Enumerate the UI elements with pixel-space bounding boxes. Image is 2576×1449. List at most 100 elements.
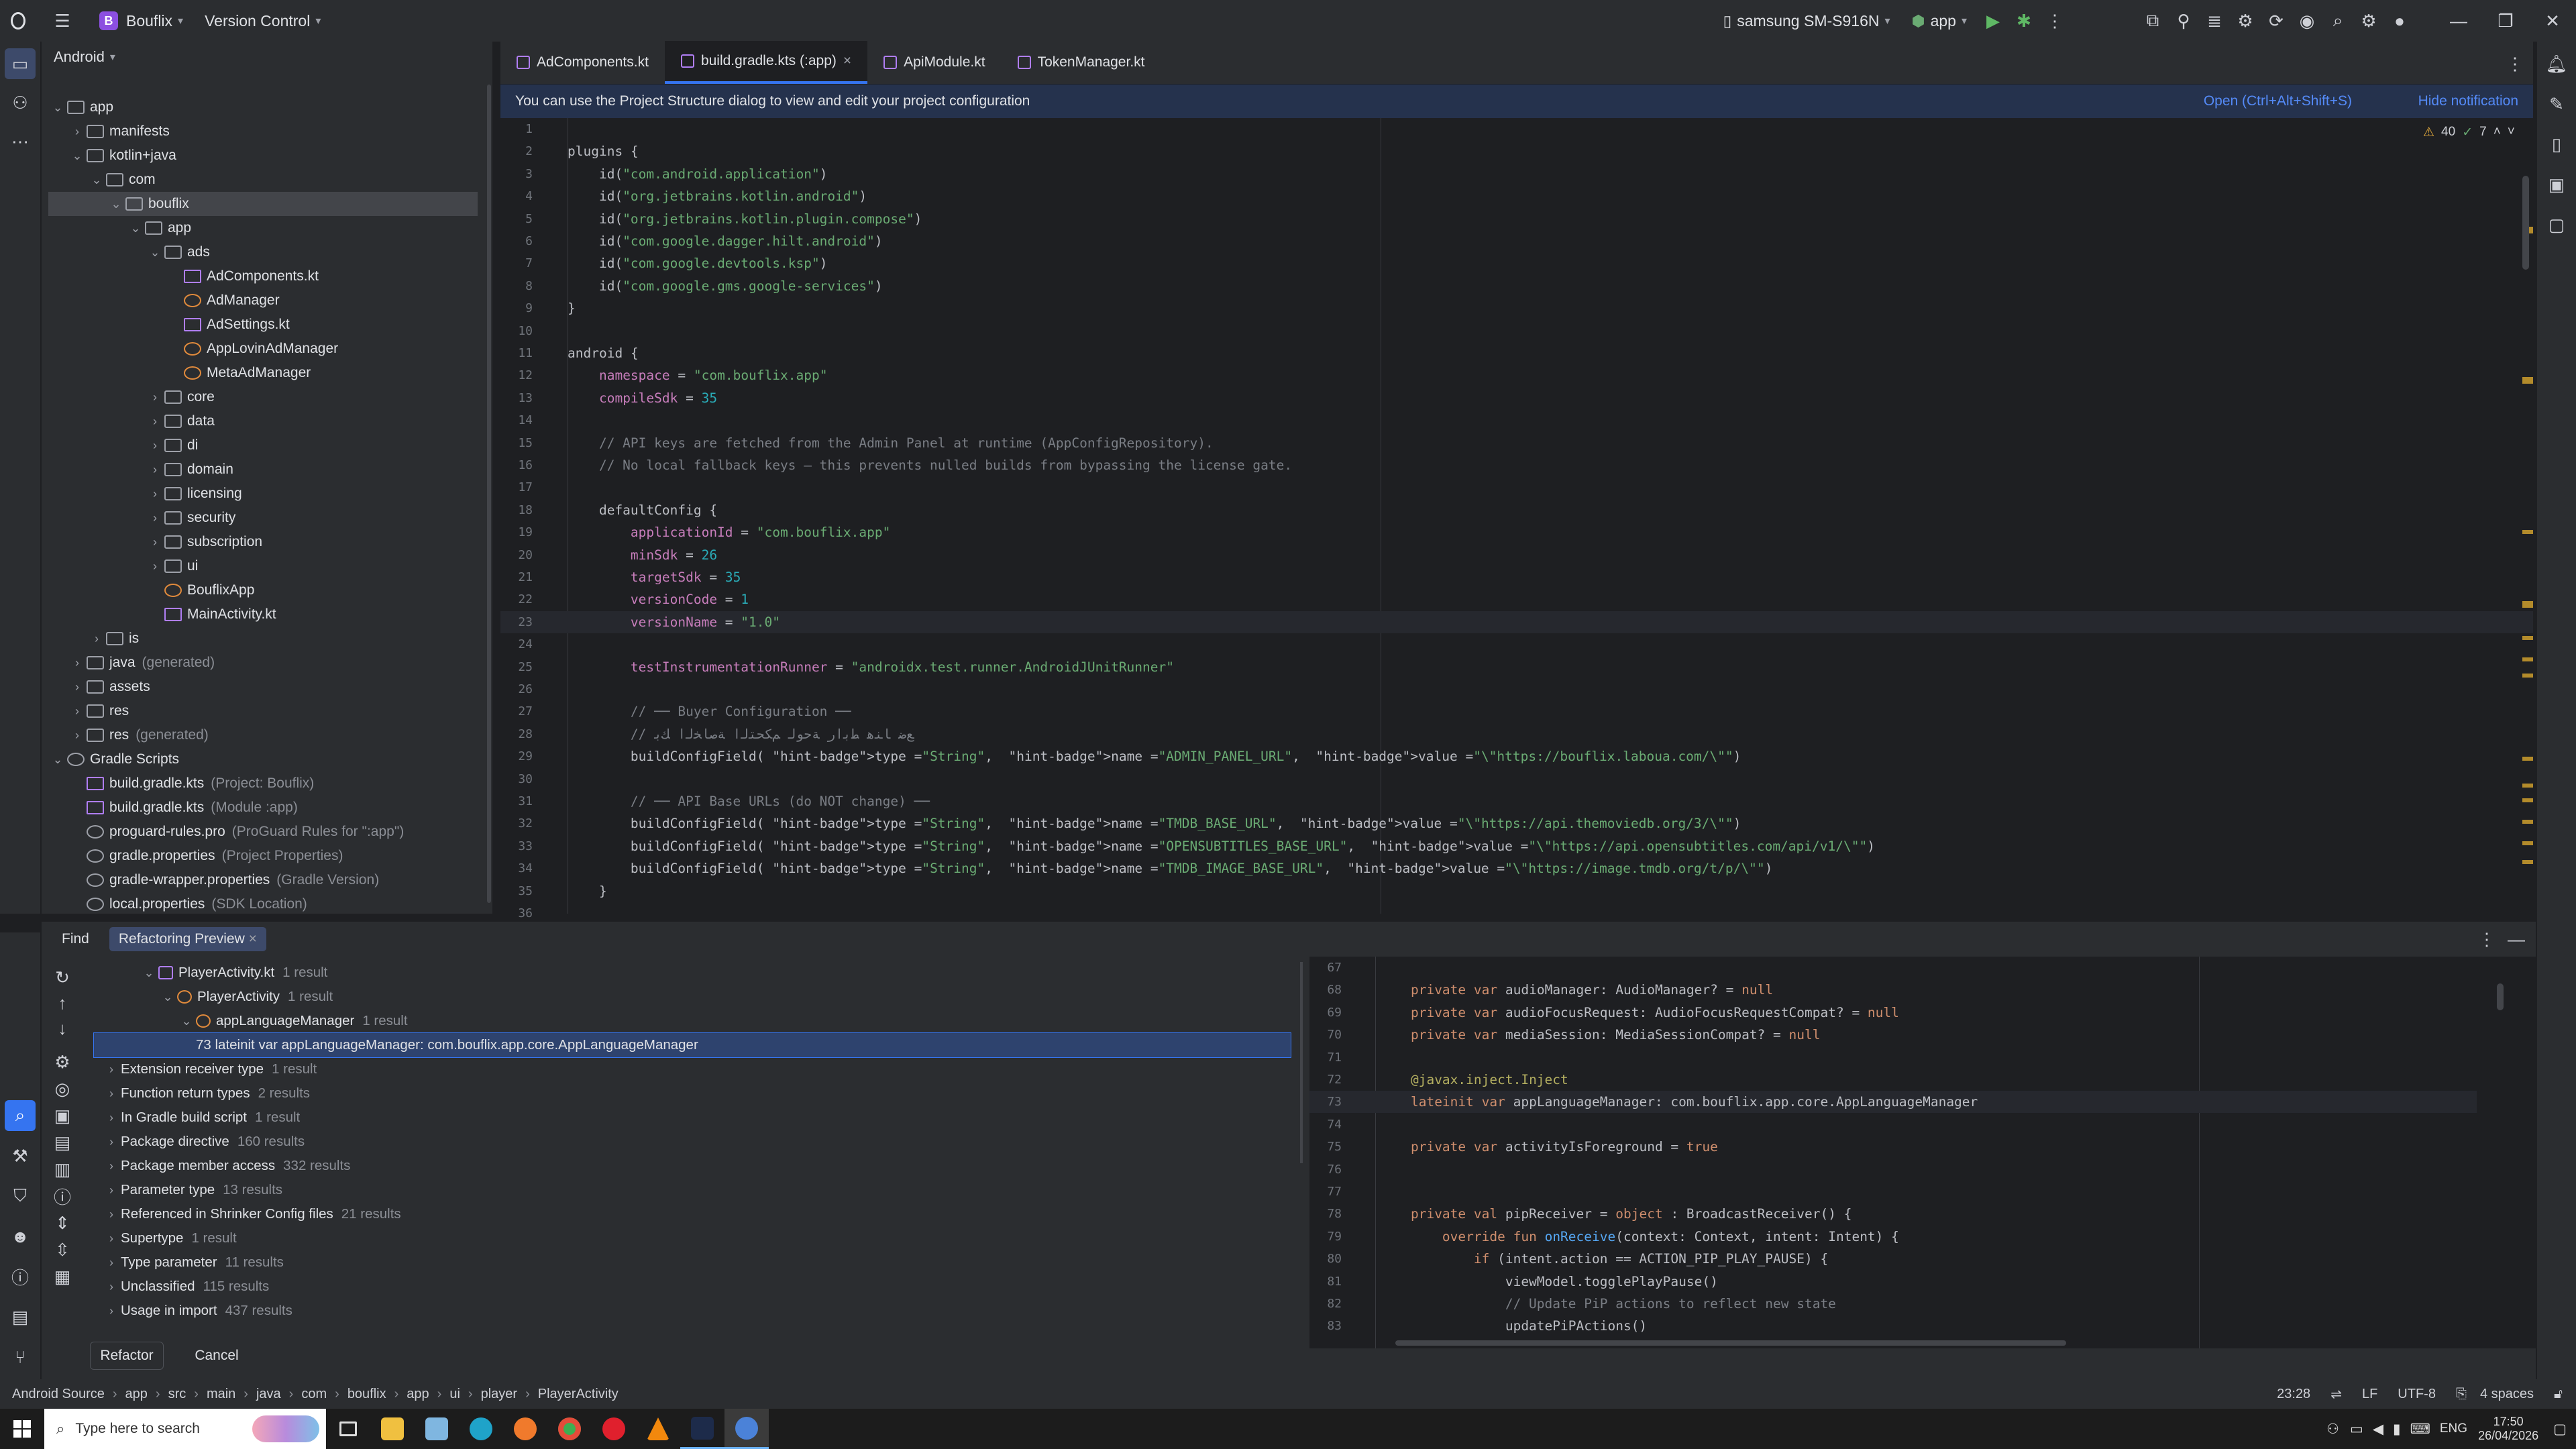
tree-item[interactable]: AppLovinAdManager xyxy=(165,337,338,361)
code-line[interactable]: 5 id("org.jetbrains.kotlin.plugin.compos… xyxy=(500,208,2533,230)
tree-item[interactable]: › domain xyxy=(146,458,233,482)
find-result-row[interactable]: › Parameter type 13 results xyxy=(102,1178,282,1202)
vcs-menu[interactable]: Version Control ▾ xyxy=(194,0,331,42)
chevron-right-icon[interactable]: › xyxy=(102,1232,121,1246)
code-line[interactable]: 26 xyxy=(500,678,2533,700)
tab-options-icon[interactable]: ⋮ xyxy=(2500,48,2530,79)
device-manager-icon[interactable]: ⧉ xyxy=(2137,5,2168,36)
find-result-row[interactable]: › Extension receiver type 1 result xyxy=(102,1057,317,1081)
find-result-row[interactable]: ⌄ appLanguageManager 1 result xyxy=(177,1009,407,1033)
chevron-right-icon[interactable]: › xyxy=(102,1208,121,1222)
settings-icon[interactable]: ⚙ xyxy=(2353,5,2384,36)
gemini-icon[interactable]: ◉ xyxy=(2292,5,2322,36)
more-tools-icon[interactable]: ⋯ xyxy=(5,126,36,157)
tree-item[interactable]: › res (generated) xyxy=(68,723,209,747)
preview-code-line[interactable]: 78 private val pipReceiver = object : Br… xyxy=(1309,1203,2477,1225)
tree-item[interactable]: MainActivity.kt xyxy=(146,602,276,627)
lock-icon[interactable]: 🔓︎ xyxy=(2554,1387,2563,1402)
code-line[interactable]: 25 testInstrumentationRunner = "androidx… xyxy=(500,656,2533,678)
find-result-row[interactable]: › Unclassified 115 results xyxy=(102,1275,269,1299)
tree-item[interactable]: ⌄ kotlin+java xyxy=(68,144,176,168)
chevron-right-icon[interactable]: › xyxy=(146,463,164,477)
people-icon[interactable]: ⚇ xyxy=(2326,1421,2339,1438)
edge-app[interactable] xyxy=(459,1409,503,1449)
chevron-right-icon[interactable]: › xyxy=(102,1159,121,1173)
export-icon[interactable]: ▦ xyxy=(47,1261,78,1292)
notifications-icon[interactable]: 🔔︎ xyxy=(2541,48,2572,79)
code-line[interactable]: 18 defaultConfig { xyxy=(500,499,2533,521)
code-line[interactable]: 23 versionName = "1.0" xyxy=(500,610,2533,633)
hide-panel-icon[interactable]: — xyxy=(2501,924,2532,955)
hide-notification-link[interactable]: Hide notification xyxy=(2418,93,2518,109)
tree-item[interactable]: ⌄ Gradle Scripts xyxy=(48,747,179,771)
chevron-right-icon[interactable]: › xyxy=(68,704,87,718)
editor-scrollbar[interactable] xyxy=(2522,176,2529,270)
preview-code-line[interactable]: 75 private var activityIsForeground = tr… xyxy=(1309,1136,2477,1158)
tree-item[interactable]: local.properties (SDK Location) xyxy=(68,892,307,916)
code-line[interactable]: 9} xyxy=(500,297,2533,319)
tree-item[interactable]: › ui xyxy=(146,554,198,578)
code-line[interactable]: 30 xyxy=(500,768,2533,790)
encoding[interactable]: UTF-8 xyxy=(2398,1387,2436,1402)
tree-item[interactable]: build.gradle.kts (Module :app) xyxy=(68,796,298,820)
code-line[interactable]: 2 plugins { xyxy=(500,140,2533,162)
problems-icon[interactable]: ⓘ xyxy=(5,1261,36,1292)
editor-tab[interactable]: AdComponents.kt xyxy=(500,41,665,84)
project-tool-icon[interactable]: ▭ xyxy=(5,48,36,79)
next-occurrence-icon[interactable]: ↓ xyxy=(47,1013,78,1044)
preview-code-line[interactable]: 69 private var audioFocusRequest: AudioF… xyxy=(1309,1002,2477,1024)
preview-code-line[interactable]: 71 xyxy=(1309,1046,2477,1069)
breadcrumb-item[interactable]: main xyxy=(207,1387,235,1402)
preview-code-line[interactable]: 77 xyxy=(1309,1181,2477,1203)
opera-app[interactable] xyxy=(592,1409,636,1449)
tree-item[interactable]: › core xyxy=(146,385,215,409)
breadcrumb-item[interactable]: Android Source xyxy=(12,1387,105,1402)
chevron-right-icon[interactable]: › xyxy=(102,1087,121,1101)
chevron-down-icon[interactable]: ⌄ xyxy=(158,990,177,1004)
tree-item[interactable]: › res xyxy=(68,699,129,723)
breadcrumb-item[interactable]: ui xyxy=(449,1387,460,1402)
code-line[interactable]: 3 id("com.android.application") xyxy=(500,163,2533,185)
chevron-right-icon[interactable]: › xyxy=(68,680,87,694)
warning-stripe-mark[interactable] xyxy=(2522,841,2533,845)
warning-stripe-mark[interactable] xyxy=(2522,798,2533,802)
tree-item[interactable]: › is xyxy=(87,627,139,651)
code-line[interactable]: 1 xyxy=(500,118,2533,140)
breadcrumb-item[interactable]: com xyxy=(301,1387,327,1402)
project-view-selector[interactable]: Android ▾ xyxy=(54,48,115,66)
line-separator[interactable]: LF xyxy=(2362,1387,2377,1402)
find-result-row[interactable]: ⌄ PlayerActivity 1 result xyxy=(158,985,333,1009)
refactor-button[interactable]: Refactor xyxy=(90,1342,164,1370)
find-result-row[interactable]: › Usage in import 437 results xyxy=(102,1299,292,1323)
taskbar-search-box[interactable]: ⌕ Type here to search xyxy=(44,1409,326,1449)
search-icon[interactable]: ⌕ xyxy=(2322,5,2353,36)
chevron-down-icon[interactable]: ⌄ xyxy=(146,246,164,260)
ai-chat-icon[interactable]: ▢ xyxy=(2541,209,2572,240)
tree-item[interactable]: build.gradle.kts (Project: Bouflix) xyxy=(68,771,314,796)
warning-stripe-mark[interactable] xyxy=(2522,860,2533,864)
format-icon[interactable]: ⇌ xyxy=(2330,1386,2342,1403)
code-line[interactable]: 17 xyxy=(500,476,2533,498)
main-menu-button[interactable]: ☰ xyxy=(36,0,89,42)
find-result-row[interactable]: › Package member access 332 results xyxy=(102,1154,350,1178)
find-result-row[interactable]: › In Gradle build script 1 result xyxy=(102,1106,300,1130)
code-line[interactable]: 28 // ﻊﺿ ﺎﻨﻫ ﻂﺑاﺭ ﺔﺣﻮﻟ ﻢﻜﺤﺘﻟا ﺔﺻﺎﺨﻟا ﻚﺑ xyxy=(500,723,2533,745)
breadcrumb-item[interactable]: java xyxy=(256,1387,281,1402)
preview-code-line[interactable]: 83 updatePiPActions() xyxy=(1309,1315,2477,1337)
chevron-right-icon[interactable]: › xyxy=(146,559,164,574)
preview-code-line[interactable]: 73 lateinit var appLanguageManager: com.… xyxy=(1309,1091,2477,1114)
tree-item[interactable]: › licensing xyxy=(146,482,242,506)
code-line[interactable]: 34 buildConfigField( "hint-badge">type =… xyxy=(500,857,2533,879)
code-line[interactable]: 22 versionCode = 1 xyxy=(500,588,2533,610)
volume-icon[interactable]: ◀ xyxy=(2373,1421,2383,1438)
app-inspection-icon[interactable]: ⚲ xyxy=(2168,5,2199,36)
chevron-right-icon[interactable]: › xyxy=(68,656,87,670)
run-button[interactable]: ▶ xyxy=(1978,5,2008,36)
battery-icon[interactable]: ▮ xyxy=(2393,1421,2401,1438)
maximize-button[interactable]: ❐ xyxy=(2482,5,2529,36)
notepad-app[interactable] xyxy=(415,1409,459,1449)
tree-item[interactable]: › java (generated) xyxy=(68,651,215,675)
android-studio-active-app[interactable] xyxy=(724,1409,769,1449)
chevron-right-icon[interactable]: › xyxy=(102,1063,121,1077)
preview-hscrollbar[interactable] xyxy=(1395,1340,2066,1346)
